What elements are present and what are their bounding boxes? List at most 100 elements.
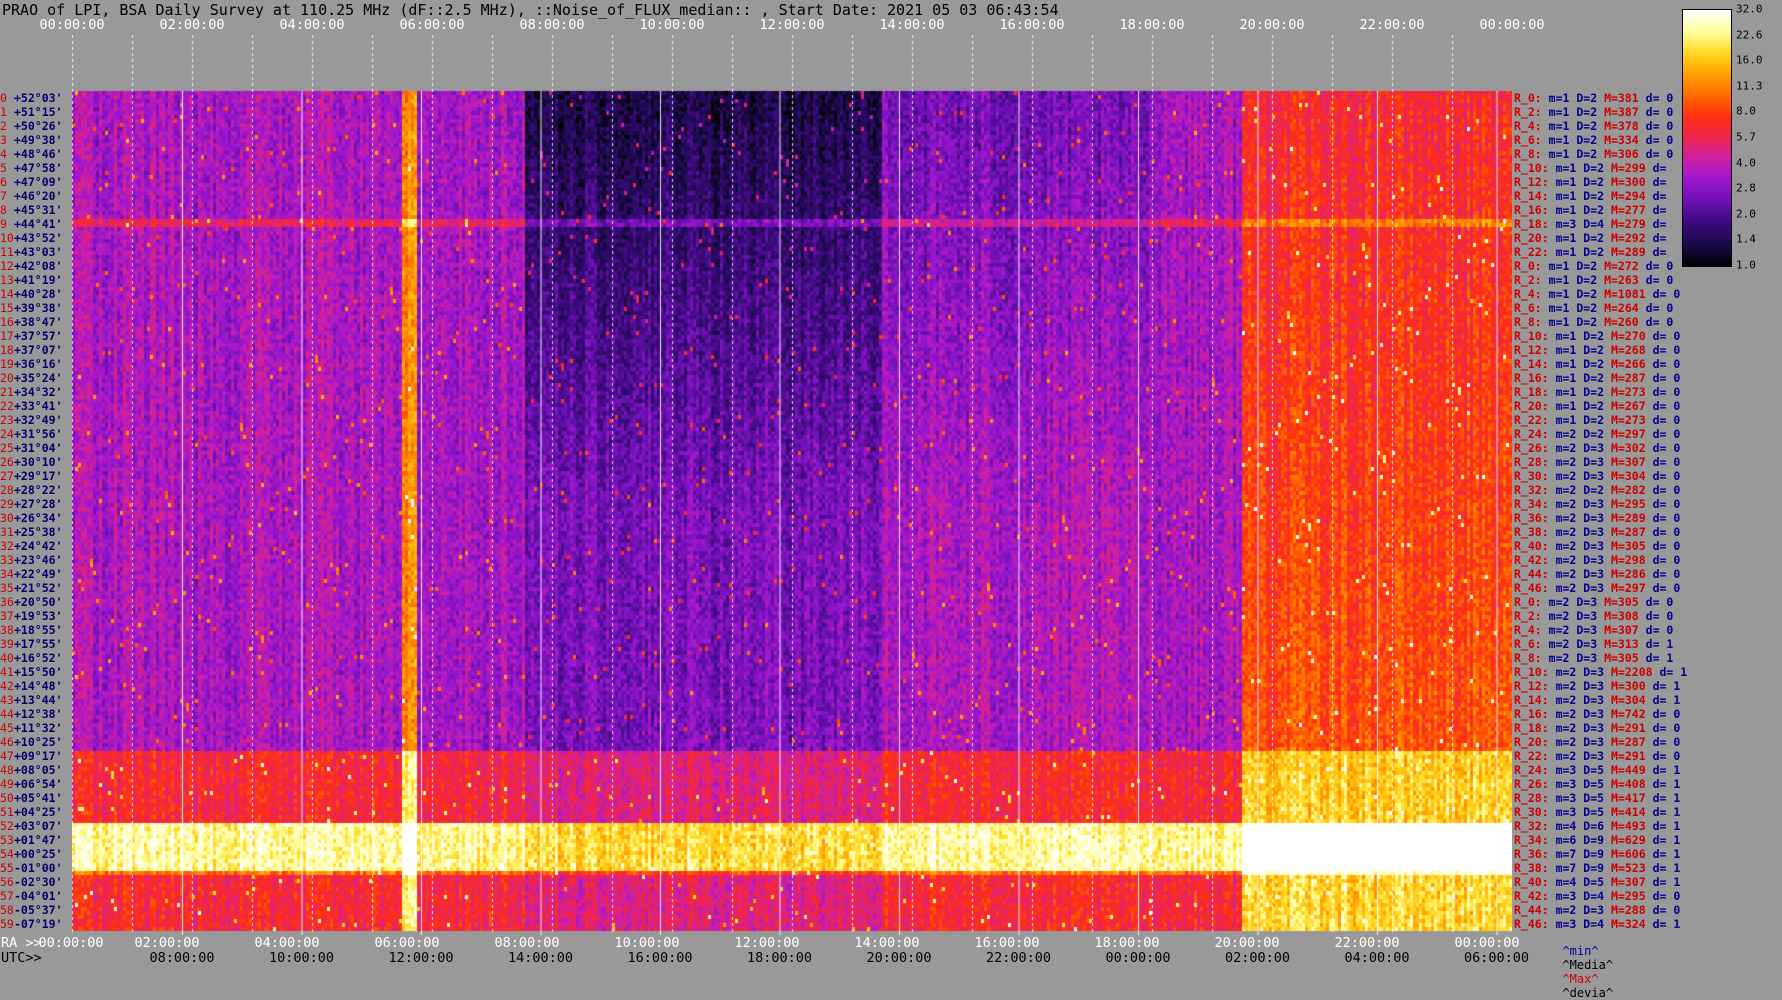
stats-dev: d= 1 <box>1652 679 1681 693</box>
ra-caption: RA >> <box>1 935 42 951</box>
stats-m: m=1 <box>1555 231 1577 245</box>
dec-row-index: 36 <box>0 595 14 609</box>
stats-r: R_12: <box>1514 679 1549 693</box>
stats-dev: d= 0 <box>1652 371 1681 385</box>
dec-label-row: 11+43°03' <box>0 245 62 259</box>
stats-mm: M=308 <box>1604 609 1639 623</box>
utc-tick: 02:00:00 <box>1224 950 1291 966</box>
stats-dev: d= 0 <box>1652 749 1681 763</box>
dec-row-index: 15 <box>0 301 14 315</box>
stats-mm: M=295 <box>1611 497 1646 511</box>
stats-r: R_40: <box>1514 875 1549 889</box>
ra-tick: 08:00:00 <box>494 935 560 951</box>
stats-m: m=1 <box>1555 413 1577 427</box>
stats-d: D=2 <box>1576 273 1598 287</box>
dec-value: +25°38' <box>14 525 63 539</box>
dec-row-index: 7 <box>0 189 7 203</box>
utc-tick: 08:00:00 <box>149 950 215 966</box>
dec-value: +03°07' <box>14 819 63 833</box>
dec-value: -05°37' <box>14 903 63 917</box>
stats-mm: M=305 <box>1604 595 1639 609</box>
stats-r: R_0: <box>1514 259 1542 273</box>
heatmap-canvas[interactable] <box>72 35 1512 935</box>
dec-value: +24°42' <box>14 539 63 553</box>
stats-d: D=3 <box>1583 735 1605 749</box>
stats-d: D=4 <box>1583 889 1605 903</box>
dec-value: -04°01' <box>14 889 63 903</box>
dec-label-row: 9 +44°41' <box>0 217 62 231</box>
ra-tick: 02:00:00 <box>134 935 200 951</box>
stats-r: R_34: <box>1514 497 1549 511</box>
stats-r: R_12: <box>1514 175 1549 189</box>
stats-row: R_10: m=2 D=3 M=2208 d= 1 <box>1514 665 1687 679</box>
stats-m: m=1 <box>1555 245 1577 259</box>
dec-value: +43°52' <box>14 231 63 245</box>
utc-tick: 18:00:00 <box>746 950 813 966</box>
dec-value: +37°07' <box>14 343 63 357</box>
stats-row: R_6: m=1 D=2 M=334 d= 0 <box>1514 133 1673 147</box>
dec-row-index: 55 <box>0 861 14 875</box>
dec-row-index: 12 <box>0 259 14 273</box>
dec-label-row: 31+25°38' <box>0 525 62 539</box>
stats-r: R_18: <box>1514 721 1549 735</box>
top-time-tick: 08:00:00 <box>519 17 585 33</box>
stats-m: m=1 <box>1555 329 1577 343</box>
stats-mm: M=298 <box>1611 553 1646 567</box>
stats-row: R_10: m=1 D=2 M=299 d= <box>1514 161 1666 175</box>
stats-dev: d= <box>1652 175 1667 189</box>
colorbar-tick: 5.7 <box>1736 130 1756 144</box>
dec-label-row: 6 +47°09' <box>0 175 62 189</box>
stats-row: R_4: m=2 D=3 M=307 d= 0 <box>1514 623 1673 637</box>
dec-value: +16°52' <box>14 651 63 665</box>
stats-dev: d= 0 <box>1652 539 1681 553</box>
stats-d: D=2 <box>1576 147 1598 161</box>
stats-mm: M=742 <box>1611 707 1646 721</box>
stats-dev: d= <box>1652 231 1667 245</box>
stats-mm: M=306 <box>1604 147 1639 161</box>
dec-row-index: 2 <box>0 119 7 133</box>
stats-d: D=2 <box>1583 245 1605 259</box>
stats-m: m=2 <box>1555 553 1577 567</box>
stats-mm: M=300 <box>1611 175 1646 189</box>
top-time-tick: 02:00:00 <box>159 17 225 33</box>
stats-d: D=2 <box>1576 315 1598 329</box>
dec-value: +11°32' <box>14 721 63 735</box>
stats-d: D=3 <box>1583 497 1605 511</box>
stats-mm: M=263 <box>1604 273 1639 287</box>
utc-axis: UTC>> 08:00:00 10:00:00 12:00:00 14:00:00 16… <box>0 950 1782 968</box>
dec-value: +40°28' <box>14 287 63 301</box>
stats-mm: M=302 <box>1611 441 1646 455</box>
stats-row: R_12: m=1 D=2 M=268 d= 0 <box>1514 343 1680 357</box>
dec-label-row: 1 +51°15' <box>0 105 62 119</box>
stats-mm: M=267 <box>1611 399 1646 413</box>
stats-m: m=2 <box>1548 651 1570 665</box>
utc-tick: 10:00:00 <box>268 950 335 966</box>
stats-m: m=2 <box>1548 595 1570 609</box>
dec-value: +43°03' <box>14 245 63 259</box>
stats-mm: M=272 <box>1604 259 1639 273</box>
stats-d: D=9 <box>1583 833 1605 847</box>
ra-tick: 18:00:00 <box>1094 935 1160 951</box>
stats-mm: M=307 <box>1604 623 1639 637</box>
colorbar-tick: 8.0 <box>1736 104 1756 118</box>
dec-value: +01°47' <box>14 833 63 847</box>
stats-r: R_28: <box>1514 791 1549 805</box>
stats-m: m=1 <box>1555 343 1577 357</box>
stats-m: m=2 <box>1555 525 1577 539</box>
stats-dev: d= 0 <box>1645 595 1674 609</box>
stats-m: m=3 <box>1555 763 1577 777</box>
dec-row-index: 29 <box>0 497 14 511</box>
stats-dev: d= 0 <box>1645 91 1674 105</box>
stats-m: m=1 <box>1548 301 1570 315</box>
stats-d: D=3 <box>1576 623 1598 637</box>
stats-dev: d= 1 <box>1652 833 1681 847</box>
stats-d: D=2 <box>1583 385 1605 399</box>
stats-row: R_22: m=2 D=3 M=291 d= 0 <box>1514 749 1680 763</box>
dec-value: +31°56' <box>14 427 63 441</box>
stats-dev: d= 1 <box>1652 875 1681 889</box>
stats-dev: d= 1 <box>1645 651 1674 665</box>
dec-value: +00°25' <box>14 847 63 861</box>
stats-d: D=2 <box>1576 259 1598 273</box>
stats-dev: d= 0 <box>1652 581 1681 595</box>
stats-d: D=3 <box>1583 693 1605 707</box>
